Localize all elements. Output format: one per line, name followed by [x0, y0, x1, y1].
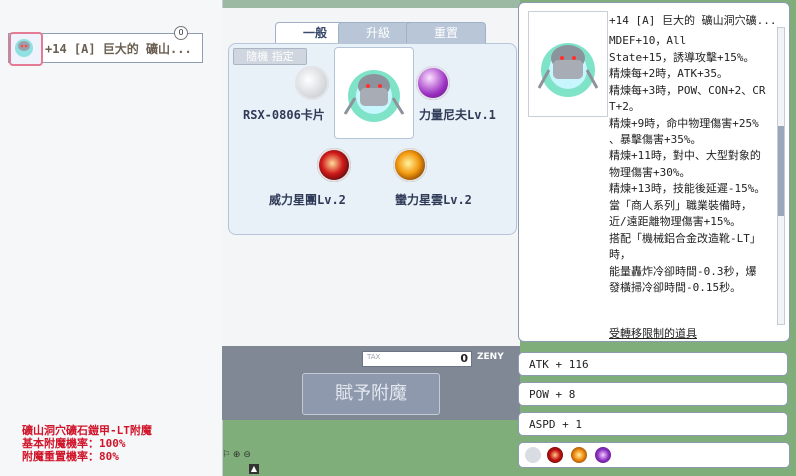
purple-slot-label: 力量尼夫Lv.1 [419, 108, 496, 122]
tooltip-line: T+2。 [609, 100, 640, 113]
reset-enchant-rate: 附魔重置機率：80% [22, 450, 119, 463]
enchant-info: 礦山洞穴礦石鎧甲-LT附魔 基本附魔機率：100% 附魔重置機率：80% [22, 424, 322, 463]
tooltip-item-image [528, 11, 608, 117]
tooltip-line: 精煉+11時，對中、大型對象的 [609, 149, 761, 162]
stat-pow: POW + 8 [518, 382, 788, 406]
item-tooltip: +14 [A] 巨大的 礦山洞穴礦... MDEF+10，All State+1… [518, 2, 790, 342]
item-list-row[interactable]: +14 [A] 巨大的 礦山... 0 [8, 26, 203, 66]
tooltip-description-more: 精煉+11時，對中、大型對象的 物理傷害+30%。 精煉+13時，技能後延遲-1… [609, 148, 774, 297]
base-enchant-rate: 基本附魔機率：100% [22, 437, 126, 450]
socket-slots [518, 442, 790, 468]
tab-reset[interactable]: 重置 [406, 22, 486, 43]
enchant-target-name: 礦山洞穴礦石鎧甲-LT附魔 [22, 424, 152, 437]
tooltip-line: 精煉每+3時，POW、CON+2、CR [609, 83, 766, 97]
tooltip-description: MDEF+10，All State+15，誘導攻擊+15%。 精煉每+2時，AT… [609, 33, 769, 149]
stat-aspd: ASPD + 1 [518, 412, 788, 436]
enchant-panel: 一般 升級 重置 隨機 指定 RSX-0806卡片 力量尼夫Lv.1 威力星團L… [222, 8, 520, 346]
scroll-up-icon[interactable]: ▲ [249, 464, 259, 474]
tooltip-line: 、暴擊傷害+35%。 [609, 133, 702, 146]
red-enchant-icon[interactable] [317, 148, 351, 182]
grant-enchant-button[interactable]: 賦予附魔 [302, 373, 440, 415]
enchant-slot-box: 隨機 指定 RSX-0806卡片 力量尼夫Lv.1 威力星團Lv.2 蠻力星雲L… [228, 43, 517, 235]
item-list-panel: +14 [A] 巨大的 礦山... 0 [0, 0, 223, 476]
status-icons: ⚐ ⊕ ⊖ [222, 450, 251, 460]
tooltip-line: 精煉+13時，技能後延遲-15%。 [609, 182, 766, 195]
orange-slot-label: 蠻力星雲Lv.2 [395, 193, 472, 207]
target-item-image [334, 47, 414, 139]
red-socket-icon [547, 447, 563, 463]
red-slot-label: 威力星團Lv.2 [269, 193, 346, 207]
tooltip-title: +14 [A] 巨大的 礦山洞穴礦... [609, 14, 777, 27]
tooltip-line: 能量轟炸冷卻時間-0.3秒，爆 [609, 264, 757, 278]
item-row-name: +14 [A] 巨大的 礦山... [45, 42, 192, 56]
tax-value: 0 [460, 352, 468, 365]
tooltip-line: 當「商人系列」職業裝備時， [609, 198, 752, 212]
purple-socket-icon [595, 447, 611, 463]
tooltip-line: 搭配「機械鋁合金改造靴-LT」 [609, 231, 761, 245]
stat-atk: ATK + 116 [518, 352, 788, 376]
orange-socket-icon [571, 447, 587, 463]
tooltip-line: 時， [609, 248, 631, 261]
purple-enchant-icon[interactable] [416, 66, 450, 100]
card-socket-icon [525, 447, 541, 463]
tooltip-scrollbar[interactable] [777, 27, 785, 325]
tooltip-line: 精煉每+2時，ATK+35。 [609, 67, 728, 80]
tooltip-line: 物理傷害+30%。 [609, 165, 691, 179]
zeny-label: ZENY [477, 352, 504, 362]
restricted-item-link[interactable]: 受轉移限制的道具 [609, 325, 697, 341]
tooltip-line: MDEF+10，All [609, 34, 687, 47]
tooltip-line: 發橫掃冷卻時間-0.15秒。 [609, 281, 742, 294]
random-assign-button[interactable]: 隨機 指定 [233, 48, 307, 65]
tax-label: TAX [367, 353, 381, 361]
tax-field: TAX 0 [362, 351, 472, 367]
tooltip-line: State+15，誘導攻擊+15%。 [609, 50, 755, 64]
grant-area: TAX 0 ZENY 賦予附魔 [222, 346, 520, 420]
item-row-badge: 0 [174, 26, 188, 40]
orange-enchant-icon[interactable] [393, 148, 427, 182]
tooltip-line: 近/遠距離物理傷害+15%。 [609, 215, 742, 228]
scrollbar-thumb[interactable] [778, 126, 784, 216]
card-slot-icon[interactable] [295, 66, 329, 100]
armor-thumbnail-icon [9, 32, 43, 66]
tooltip-line: 精煉+9時，命中物理傷害+25% [609, 116, 759, 130]
card-slot-label: RSX-0806卡片 [243, 108, 325, 122]
